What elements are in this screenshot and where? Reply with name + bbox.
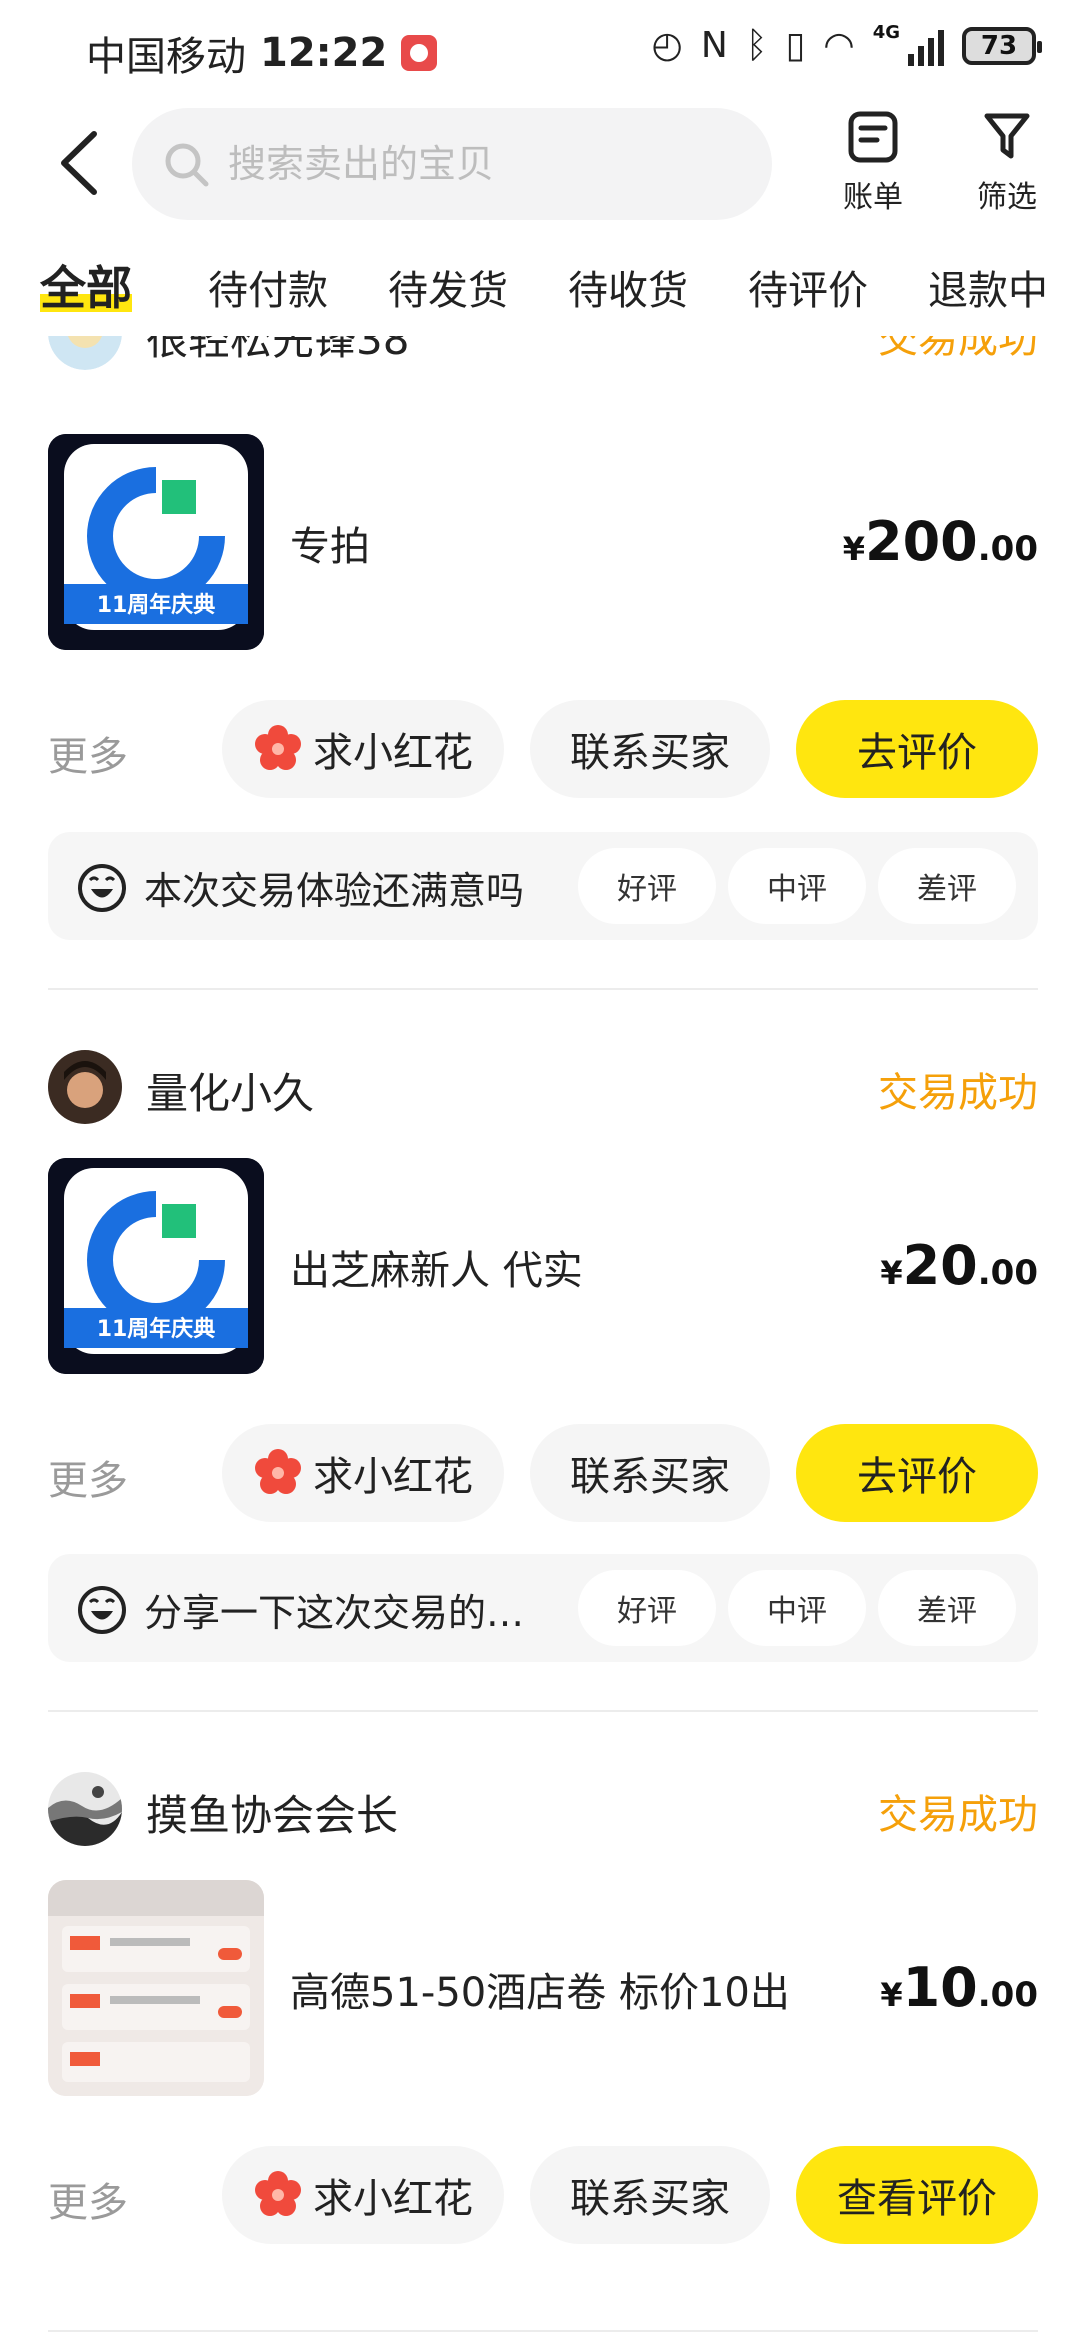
tab-all[interactable]: 全部 [40,252,132,318]
item-title: 专拍 [290,524,370,570]
rating-bad-button[interactable]: 差评 [878,1570,1016,1646]
notification-app-icon [401,35,438,71]
more-link[interactable]: 更多 [48,724,128,782]
item-row[interactable]: 11周年庆典 出芝麻新人 代实 ¥20.00 [48,1158,1038,1374]
vibrate-icon: ▯ [785,25,806,66]
rating-question: 本次交易体验还满意吗 [144,869,525,913]
divider [48,2330,1038,2332]
battery-level: 73 [980,31,1018,61]
order-tabs: 全部 待付款 待发货 待收货 待评价 退款中 [0,248,1080,336]
bill-icon [848,111,898,163]
status-left: 中国移动 12:22 [86,24,438,82]
order-list: 很轻松先锋38 交易成功 11周年庆典 专拍 ¥200.00 更多 求小红花 联… [0,336,1080,2340]
carrier-label: 中国移动 [86,34,246,80]
view-review-button[interactable]: 查看评价 [796,2146,1038,2244]
order-actions: 更多 求小红花 联系买家 查看评价 [48,2146,1038,2244]
tab-refunding[interactable]: 退款中 [928,258,1048,316]
divider [48,1710,1038,1712]
request-flower-button[interactable]: 求小红花 [222,2146,504,2244]
more-link[interactable]: 更多 [48,2170,128,2228]
avatar [48,1050,122,1124]
rating-good-button[interactable]: 好评 [578,1570,716,1646]
filter-icon [984,113,1030,159]
item-row[interactable]: 高德51-50酒店卷 标价10出 ¥10.00 [48,1880,1038,2096]
review-button[interactable]: 去评价 [796,700,1038,798]
seller-row[interactable]: 摸鱼协会会长 交易成功 [48,1772,1038,1846]
item-price: ¥200.00 [842,510,1038,573]
speed-icon: ◴ [651,25,683,66]
order-actions: 更多 求小红花 联系买家 去评价 [48,1424,1038,1522]
item-thumbnail: 11周年庆典 [48,434,264,650]
order-status: 交易成功 [878,336,1038,362]
back-button[interactable] [52,128,106,198]
bluetooth-icon: ᛒ [745,25,768,66]
flower-icon [255,725,301,770]
search-input[interactable] [228,142,728,186]
rating-bad-button[interactable]: 差评 [878,848,1016,924]
seller-name: 量化小久 [146,1069,315,1118]
search-icon [165,143,209,187]
status-bar: 中国移动 12:22 ◴ Ν ᛒ ▯ ◠ 4G 73 [0,0,1080,100]
battery-icon: 73 [962,27,1042,65]
seller-row[interactable]: 量化小久 交易成功 [48,1050,1038,1124]
item-price: ¥20.00 [880,1234,1038,1297]
item-row[interactable]: 11周年庆典 专拍 ¥200.00 [48,434,1038,650]
avatar [48,1772,122,1846]
request-flower-button[interactable]: 求小红花 [222,1424,504,1522]
smile-icon [78,1586,126,1634]
bill-button[interactable]: 账单 [828,110,918,220]
item-thumbnail [48,1880,264,2096]
filter-button[interactable]: 筛选 [962,110,1052,220]
seller-name: 摸鱼协会会长 [146,1791,399,1840]
avatar [48,336,122,370]
more-link[interactable]: 更多 [48,1448,128,1506]
order-status: 交易成功 [878,1792,1038,1838]
chevron-left-icon [61,131,97,195]
item-thumbnail: 11周年庆典 [48,1158,264,1374]
rating-prompt: 本次交易体验还满意吗 好评 中评 差评 [48,832,1038,940]
clock: 12:22 [260,30,388,76]
status-right: ◴ Ν ᛒ ▯ ◠ 4G 73 [651,22,1042,66]
tab-pending-payment[interactable]: 待付款 [208,258,328,316]
item-price: ¥10.00 [880,1956,1038,2019]
divider [48,988,1038,990]
tab-pending-review[interactable]: 待评价 [748,258,868,316]
seller-name: 很轻松先锋38 [146,336,410,364]
network-type: 4G [872,21,900,43]
smile-icon [78,864,126,912]
request-flower-button[interactable]: 求小红花 [222,700,504,798]
seller-row[interactable]: 很轻松先锋38 交易成功 [48,336,1038,370]
rating-prompt: 分享一下这次交易的… 好评 中评 差评 [48,1554,1038,1662]
item-title: 出芝麻新人 代实 [290,1248,583,1294]
contact-buyer-button[interactable]: 联系买家 [530,700,770,798]
contact-buyer-button[interactable]: 联系买家 [530,2146,770,2244]
signal-icon [908,26,944,66]
thumb-caption: 11周年庆典 [97,592,216,618]
rating-neutral-button[interactable]: 中评 [728,848,866,924]
bill-label: 账单 [843,180,903,215]
wifi-icon: ◠ [823,25,855,66]
rating-good-button[interactable]: 好评 [578,848,716,924]
rating-question: 分享一下这次交易的… [144,1591,525,1635]
contact-buyer-button[interactable]: 联系买家 [530,1424,770,1522]
search-header: 账单 筛选 [0,100,1080,230]
flower-icon [255,2171,301,2216]
order-status: 交易成功 [878,1070,1038,1116]
search-bar[interactable] [132,108,772,220]
nfc-icon: Ν [700,25,728,66]
item-title: 高德51-50酒店卷 标价10出 [290,1970,790,2016]
tab-pending-shipment[interactable]: 待发货 [388,258,508,316]
order-actions: 更多 求小红花 联系买家 去评价 [48,700,1038,798]
tab-pending-receipt[interactable]: 待收货 [568,258,688,316]
filter-label: 筛选 [977,180,1037,215]
review-button[interactable]: 去评价 [796,1424,1038,1522]
flower-icon [255,1449,301,1494]
thumb-caption: 11周年庆典 [97,1316,216,1342]
rating-neutral-button[interactable]: 中评 [728,1570,866,1646]
